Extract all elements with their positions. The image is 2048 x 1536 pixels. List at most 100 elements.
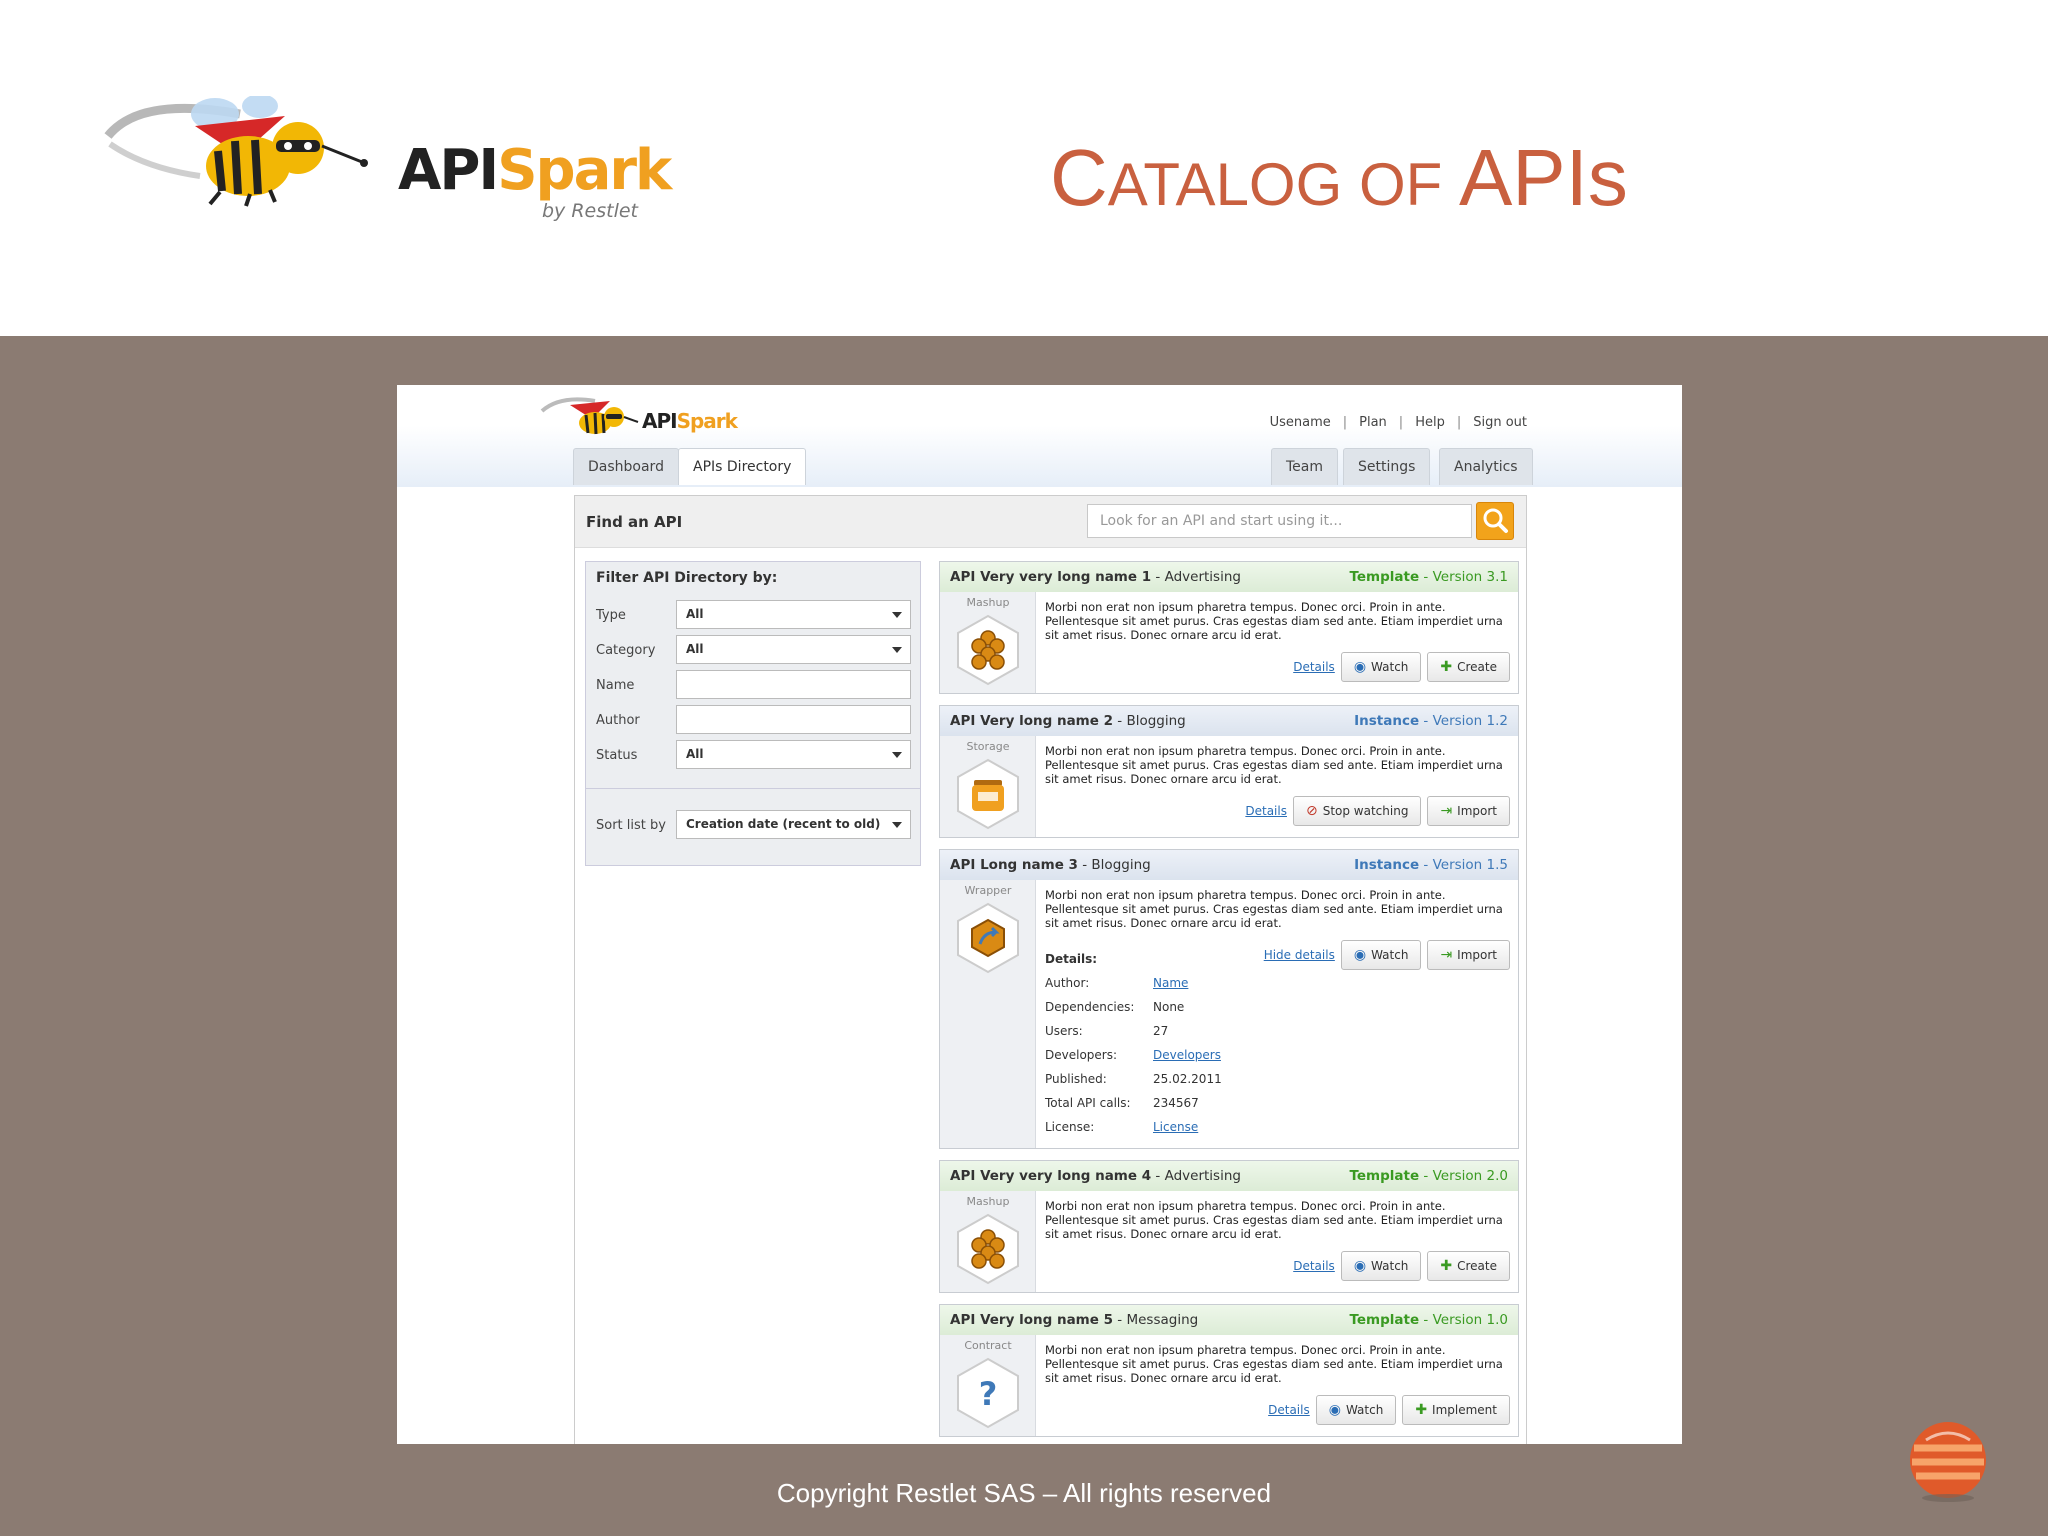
- app-logo[interactable]: APISpark: [540, 395, 740, 439]
- details-link[interactable]: Details: [1245, 804, 1287, 818]
- api-card: API Very very long name 4 - Advertising …: [939, 1160, 1519, 1293]
- card-side: Wrapper: [940, 880, 1036, 1148]
- import-button[interactable]: ⇥ Import: [1427, 940, 1510, 970]
- app-logo-spark: Spark: [676, 409, 738, 433]
- watch-button[interactable]: ◉ Watch: [1340, 652, 1422, 682]
- title-part-1: C: [1050, 133, 1108, 222]
- developers-link[interactable]: Developers: [1153, 1048, 1221, 1062]
- sign-out-link[interactable]: Sign out: [1473, 415, 1527, 430]
- api-name[interactable]: API Very very long name 1: [950, 569, 1151, 585]
- tab-apis-directory[interactable]: APIs Directory: [678, 448, 807, 485]
- watch-button[interactable]: ◉ Watch: [1340, 1251, 1422, 1281]
- filter-divider: [586, 788, 920, 789]
- status-select[interactable]: All: [676, 740, 911, 769]
- detail-value: 234567: [1153, 1096, 1199, 1110]
- title-part-3: APIs: [1458, 133, 1628, 222]
- chevron-down-icon: [892, 752, 902, 758]
- import-label: Import: [1457, 804, 1497, 818]
- card-side: Mashup: [940, 1191, 1036, 1292]
- logo-wordmark: APISpark: [398, 138, 672, 203]
- create-button[interactable]: ✚ Create: [1427, 1251, 1510, 1281]
- api-card: API Very long name 5 - Messaging Templat…: [939, 1304, 1519, 1437]
- sort-select[interactable]: Creation date (recent to old): [676, 810, 911, 839]
- create-button[interactable]: ✚ Create: [1427, 652, 1510, 682]
- import-button[interactable]: ⇥ Import: [1427, 796, 1510, 826]
- stop-watching-button[interactable]: ⊘ Stop watching: [1292, 796, 1422, 826]
- user-menu: Usename | Plan | Help | Sign out: [1269, 415, 1527, 430]
- api-version: - Version 1.2: [1419, 713, 1508, 729]
- search-icon: [1483, 508, 1508, 533]
- api-name[interactable]: API Very very long name 4: [950, 1168, 1151, 1184]
- api-name[interactable]: API Very long name 5: [950, 1312, 1113, 1328]
- apispark-logo: APISpark by Restlet: [100, 96, 672, 276]
- search-input[interactable]: Look for an API and start using it...: [1087, 504, 1472, 538]
- name-input[interactable]: [676, 670, 911, 699]
- app-logo-api: API: [642, 409, 678, 433]
- type-select[interactable]: All: [676, 600, 911, 629]
- eye-icon: ◉: [1353, 1258, 1367, 1274]
- implement-button[interactable]: ✚ Implement: [1402, 1395, 1510, 1425]
- mini-bee-icon: [540, 397, 639, 435]
- detail-value: None: [1153, 1000, 1185, 1014]
- tab-team[interactable]: Team: [1271, 448, 1339, 485]
- type-value: All: [686, 607, 704, 621]
- card-actions: Hide details ◉ Watch ⇥ Import: [1264, 940, 1510, 970]
- api-description: Morbi non erat non ipsum pharetra tempus…: [1045, 1199, 1503, 1241]
- detail-key: License:: [1045, 1120, 1095, 1134]
- api-category: - Advertising: [1151, 569, 1241, 585]
- details-link[interactable]: Details: [1268, 1403, 1310, 1417]
- card-header: API Very long name 5 - Messaging Templat…: [940, 1305, 1518, 1335]
- api-card-expanded: API Long name 3 - Blogging Instance - Ve…: [939, 849, 1519, 1149]
- tab-dashboard[interactable]: Dashboard: [573, 448, 679, 485]
- card-actions: Details ⊘ Stop watching ⇥ Import: [1245, 796, 1510, 826]
- storage-jar-icon: [957, 758, 1019, 830]
- details-heading: Details:: [1045, 952, 1098, 966]
- create-label: Create: [1457, 660, 1497, 674]
- card-header: API Very very long name 1 - Advertising …: [940, 562, 1518, 592]
- status-label: Status: [596, 748, 638, 763]
- api-name[interactable]: API Long name 3: [950, 857, 1078, 873]
- chevron-down-icon: [892, 612, 902, 618]
- api-type-label: Contract: [964, 1339, 1012, 1352]
- card-header: API Long name 3 - Blogging Instance - Ve…: [940, 850, 1518, 880]
- slide-title: CATALOG OF APIs: [1050, 132, 1628, 224]
- logo-by-restlet: by Restlet: [542, 200, 639, 222]
- tab-settings[interactable]: Settings: [1343, 448, 1431, 485]
- restlet-globe-icon: [1910, 1422, 1986, 1502]
- watch-button[interactable]: ◉ Watch: [1340, 940, 1422, 970]
- author-input[interactable]: [676, 705, 911, 734]
- author-link[interactable]: Name: [1153, 976, 1188, 990]
- api-category: - Advertising: [1151, 1168, 1241, 1184]
- find-api-bar: Find an API Look for an API and start us…: [575, 496, 1526, 548]
- wrapper-icon: [957, 902, 1019, 974]
- eye-icon: ◉: [1353, 947, 1367, 963]
- api-description: Morbi non erat non ipsum pharetra tempus…: [1045, 744, 1503, 786]
- logo-api-text: API: [398, 138, 499, 203]
- api-version: - Version 3.1: [1419, 569, 1508, 585]
- username-link[interactable]: Usename: [1270, 415, 1331, 430]
- chevron-down-icon: [892, 822, 902, 828]
- slide-header: APISpark by Restlet CATALOG OF APIs: [0, 0, 2048, 336]
- api-version: - Version 1.5: [1419, 857, 1508, 873]
- plan-link[interactable]: Plan: [1359, 415, 1387, 430]
- import-icon: ⇥: [1440, 803, 1453, 819]
- search-button[interactable]: [1476, 502, 1514, 540]
- implement-label: Implement: [1432, 1403, 1497, 1417]
- api-name[interactable]: API Very long name 2: [950, 713, 1113, 729]
- details-link[interactable]: Details: [1293, 1259, 1335, 1273]
- detail-key: Users:: [1045, 1024, 1083, 1038]
- watch-label: Watch: [1371, 660, 1409, 674]
- main-panel: Find an API Look for an API and start us…: [574, 495, 1527, 1444]
- help-link[interactable]: Help: [1415, 415, 1445, 430]
- details-link[interactable]: Details: [1293, 660, 1335, 674]
- filter-title: Filter API Directory by:: [596, 570, 778, 586]
- card-header: API Very long name 2 - Blogging Instance…: [940, 706, 1518, 736]
- category-label: Category: [596, 643, 656, 658]
- hide-details-link[interactable]: Hide details: [1264, 948, 1335, 962]
- license-link[interactable]: License: [1153, 1120, 1198, 1134]
- category-select[interactable]: All: [676, 635, 911, 664]
- eye-icon: ◉: [1328, 1402, 1341, 1418]
- watch-button[interactable]: ◉ Watch: [1315, 1395, 1397, 1425]
- api-category: - Messaging: [1113, 1312, 1199, 1328]
- tab-analytics[interactable]: Analytics: [1439, 448, 1533, 485]
